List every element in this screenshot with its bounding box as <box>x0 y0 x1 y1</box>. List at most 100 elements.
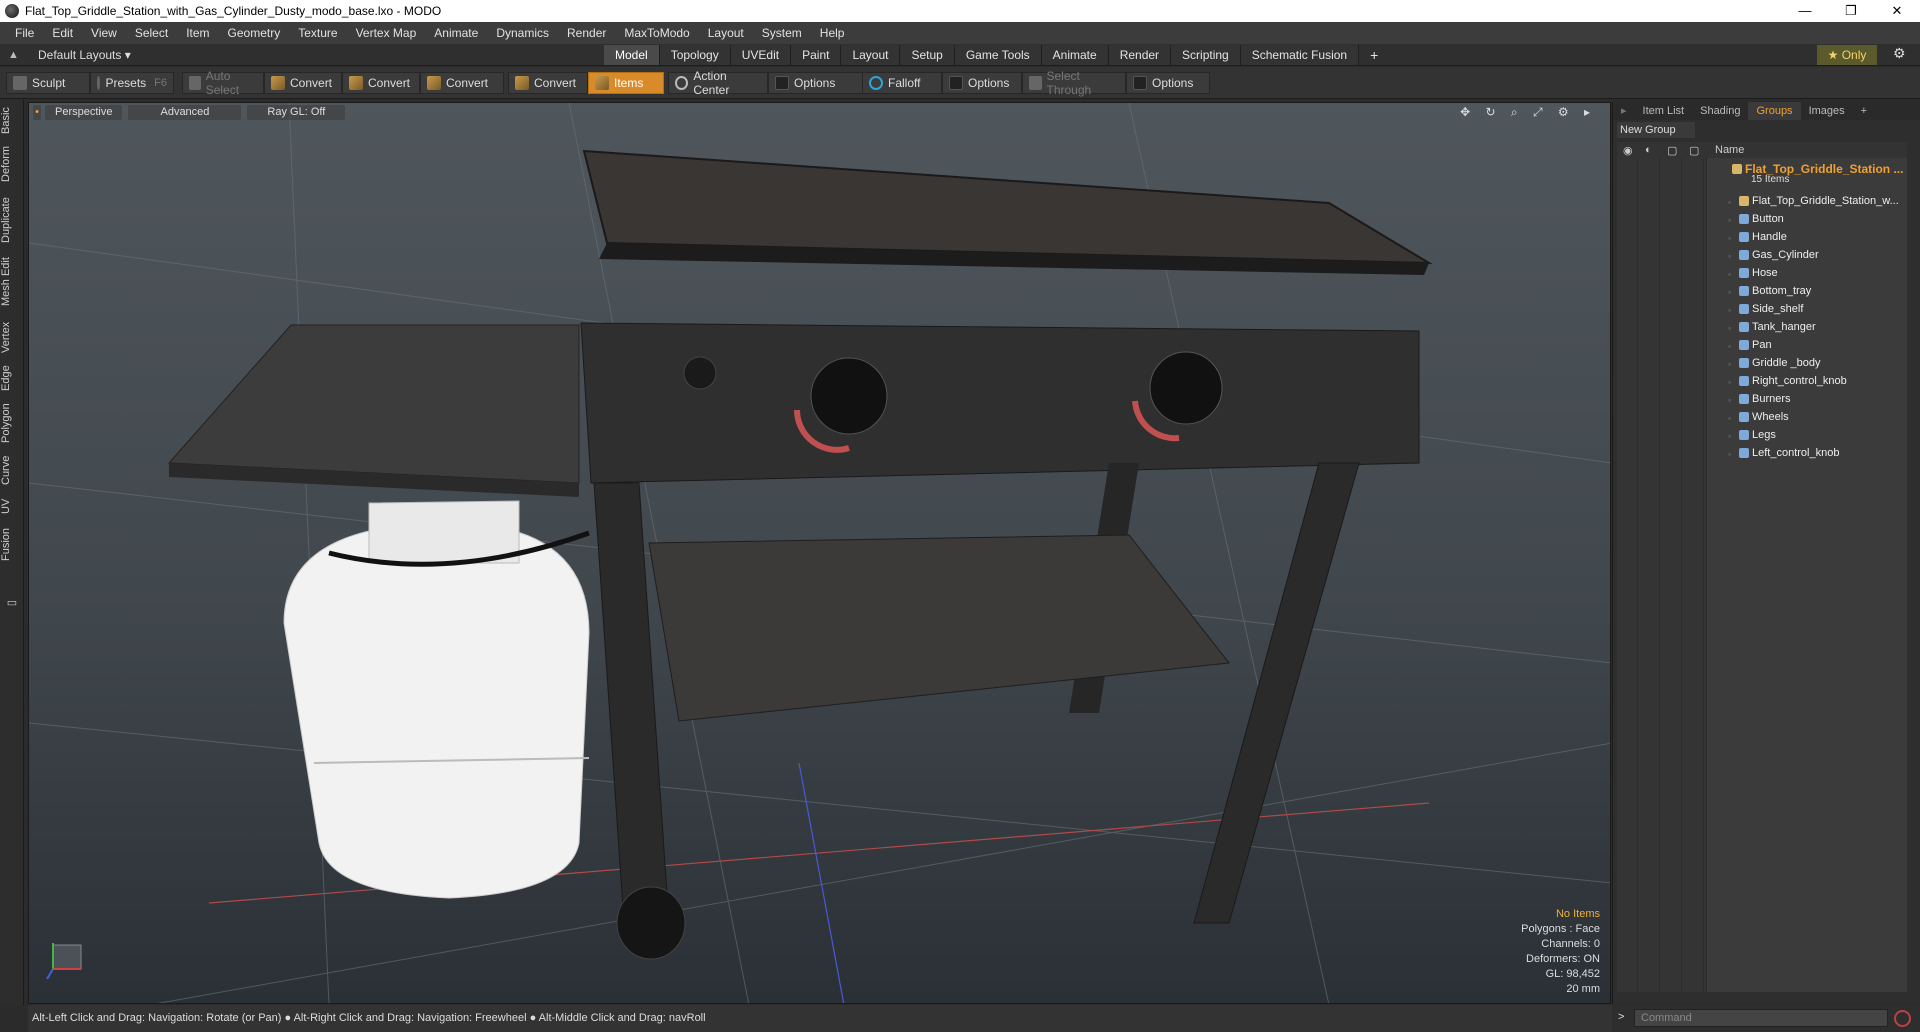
falloff-button[interactable]: Falloff <box>862 72 942 94</box>
add-panel-tab-button[interactable]: + <box>1853 102 1875 120</box>
list-item[interactable]: ◦ Flat_Top_Griddle_Station_w... <box>1617 192 1907 210</box>
menu-texture[interactable]: Texture <box>289 26 346 40</box>
menu-help[interactable]: Help <box>811 26 854 40</box>
tab-item-list[interactable]: Item List <box>1635 102 1693 120</box>
raygl-dropdown[interactable]: Ray GL: Off <box>247 104 346 120</box>
tab-layout[interactable]: Layout <box>841 45 901 65</box>
new-group-button[interactable]: New Group <box>1617 122 1695 138</box>
tab-vertex[interactable]: Vertex <box>0 318 24 356</box>
add-tab-button[interactable]: + <box>1359 45 1389 65</box>
advanced-dropdown[interactable]: Advanced <box>128 104 242 120</box>
expand-icon[interactable]: ▭ <box>0 596 24 614</box>
sculpt-button[interactable]: Sculpt <box>6 72 90 94</box>
list-item[interactable]: ◦ Left_control_knob <box>1617 444 1907 462</box>
items-icon <box>595 76 609 90</box>
menu-layout[interactable]: Layout <box>699 26 753 40</box>
list-item[interactable]: ◦ Griddle _body <box>1617 354 1907 372</box>
collapse-icon[interactable]: ▲ <box>8 49 22 61</box>
action-center-button[interactable]: Action Center <box>668 69 768 97</box>
presets-button[interactable]: Presets F6 <box>90 72 174 94</box>
tab-basic[interactable]: Basic <box>0 104 24 138</box>
list-item[interactable]: ◦ Handle <box>1617 228 1907 246</box>
visibility-eye-icon[interactable]: ◉ <box>1623 144 1637 157</box>
list-item[interactable]: ◦ Hose <box>1617 264 1907 282</box>
options-button-1[interactable]: Options <box>768 72 864 94</box>
tab-topology[interactable]: Topology <box>659 45 731 65</box>
list-item[interactable]: ◦ Button <box>1617 210 1907 228</box>
only-toggle[interactable]: ★ Only <box>1817 45 1877 65</box>
tab-groups[interactable]: Groups <box>1748 102 1801 120</box>
tab-schematic-fusion[interactable]: Schematic Fusion <box>1240 45 1360 65</box>
tab-animate[interactable]: Animate <box>1041 45 1109 65</box>
options-button-2[interactable]: Options <box>942 72 1022 94</box>
viewport-menu-icon[interactable]: • <box>33 104 41 120</box>
default-layouts-dropdown[interactable]: Default Layouts ▾ <box>38 48 131 62</box>
menu-view[interactable]: View <box>82 26 126 40</box>
tab-images[interactable]: Images <box>1801 102 1853 120</box>
render-icon[interactable]: ◐ <box>1645 144 1659 156</box>
minimize-button[interactable]: — <box>1782 0 1828 22</box>
menu-animate[interactable]: Animate <box>425 26 487 40</box>
command-prompt: > <box>1618 1011 1625 1023</box>
menu-render[interactable]: Render <box>558 26 615 40</box>
tab-model[interactable]: Model <box>604 45 660 65</box>
tab-mesh-edit[interactable]: Mesh Edit <box>0 254 24 310</box>
list-item[interactable]: ◦ Legs <box>1617 426 1907 444</box>
list-item[interactable]: ◦ Wheels <box>1617 408 1907 426</box>
auto-select-button[interactable]: Auto Select <box>182 69 264 97</box>
command-input[interactable]: Command <box>1634 1009 1888 1027</box>
convert-button-1[interactable]: Convert <box>264 72 342 94</box>
list-item[interactable]: ◦ Gas_Cylinder <box>1617 246 1907 264</box>
gear-icon[interactable]: ⚙ <box>1893 45 1906 62</box>
convert-button-2[interactable]: Convert <box>342 72 420 94</box>
tab-paint[interactable]: Paint <box>791 45 842 65</box>
menu-maxtomodo[interactable]: MaxToModo <box>615 26 698 40</box>
tab-edge[interactable]: Edge <box>0 362 24 394</box>
record-macro-icon[interactable] <box>1894 1010 1911 1027</box>
menu-geometry[interactable]: Geometry <box>219 26 290 40</box>
tab-curve[interactable]: Curve <box>0 452 24 488</box>
3d-viewport[interactable]: • Perspective Advanced Ray GL: Off ✥ ↻ ⌕… <box>28 102 1611 1004</box>
layout-tabs: Model Topology UVEdit Paint Layout Setup… <box>604 45 1389 65</box>
tab-uvedit[interactable]: UVEdit <box>730 45 792 65</box>
tab-shading[interactable]: Shading <box>1692 102 1748 120</box>
menu-dynamics[interactable]: Dynamics <box>487 26 558 40</box>
options-button-3[interactable]: Options <box>1126 72 1210 94</box>
viewport-nav-icons[interactable]: ✥ ↻ ⌕ ⤢ ⚙ ▸ <box>1460 105 1596 120</box>
tab-deform[interactable]: Deform <box>0 144 24 184</box>
panel-menu-icon[interactable]: ▸ <box>1613 102 1635 120</box>
convert-button-3[interactable]: Convert <box>420 72 504 94</box>
restore-button[interactable]: ❐ <box>1828 0 1874 22</box>
convert-button-4[interactable]: Convert <box>508 72 588 94</box>
tab-render[interactable]: Render <box>1108 45 1172 65</box>
lock-icon[interactable]: ▢ <box>1667 144 1681 157</box>
mesh-icon <box>1739 394 1749 404</box>
menu-file[interactable]: File <box>6 26 43 40</box>
list-item[interactable]: ◦ Right_control_knob <box>1617 372 1907 390</box>
menu-select[interactable]: Select <box>126 26 177 40</box>
menu-system[interactable]: System <box>753 26 811 40</box>
list-item[interactable]: ◦ Burners <box>1617 390 1907 408</box>
mesh-icon <box>1739 430 1749 440</box>
list-item[interactable]: ◦ Tank_hanger <box>1617 318 1907 336</box>
tab-setup[interactable]: Setup <box>900 45 955 65</box>
list-item[interactable]: ◦ Bottom_tray <box>1617 282 1907 300</box>
perspective-dropdown[interactable]: Perspective <box>45 104 123 120</box>
close-button[interactable]: ✕ <box>1874 0 1920 22</box>
menu-edit[interactable]: Edit <box>43 26 82 40</box>
tab-scripting[interactable]: Scripting <box>1171 45 1241 65</box>
menu-vertex-map[interactable]: Vertex Map <box>347 26 426 40</box>
select-through-button[interactable]: Select Through <box>1022 69 1126 97</box>
items-mode-button[interactable]: Items <box>588 72 664 94</box>
select-icon[interactable]: ▢ <box>1689 144 1703 157</box>
tab-duplicate[interactable]: Duplicate <box>0 194 24 246</box>
tab-polygon[interactable]: Polygon <box>0 400 24 446</box>
menu-item[interactable]: Item <box>177 26 218 40</box>
tab-uv[interactable]: UV <box>0 494 24 518</box>
tab-game-tools[interactable]: Game Tools <box>954 45 1042 65</box>
z-axis-line <box>798 762 845 1003</box>
list-item[interactable]: ◦ Side_shelf <box>1617 300 1907 318</box>
name-column-header[interactable]: Name <box>1715 144 1744 156</box>
list-item[interactable]: ◦ Pan <box>1617 336 1907 354</box>
tab-fusion[interactable]: Fusion <box>0 524 24 564</box>
